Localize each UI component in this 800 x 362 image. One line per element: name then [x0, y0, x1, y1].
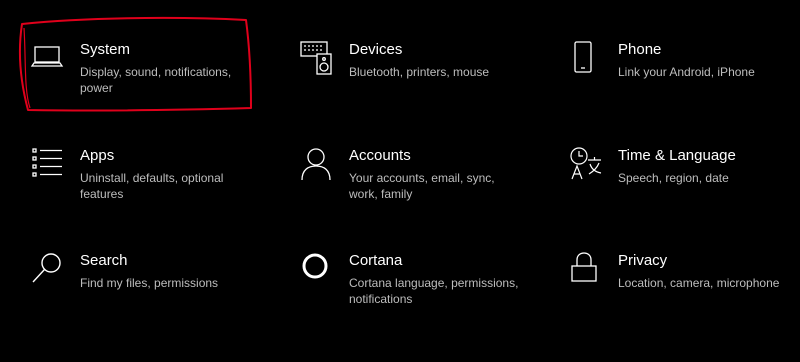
- tile-description: Link your Android, iPhone: [618, 65, 755, 79]
- settings-tile-apps[interactable]: Apps Uninstall, defaults, optional featu…: [30, 146, 270, 226]
- tile-description: Speech, region, date: [618, 171, 729, 185]
- tile-title: Devices: [349, 41, 403, 58]
- lock-icon: [568, 251, 604, 287]
- phone-icon: [568, 40, 604, 76]
- tile-title: Accounts: [349, 147, 411, 164]
- cortana-icon: [299, 251, 335, 287]
- tile-title: Cortana: [349, 252, 403, 269]
- tile-title: Time & Language: [618, 147, 736, 164]
- keyboard-speaker-icon: [299, 40, 335, 76]
- tile-description: Cortana language, permissions, notificat…: [349, 276, 519, 306]
- tile-description: Display, sound, notifications, power: [80, 65, 232, 95]
- settings-tile-devices[interactable]: Devices Bluetooth, printers, mouse: [299, 40, 539, 120]
- tile-description: Your accounts, email, sync, work, family: [349, 171, 495, 201]
- settings-grid: System Display, sound, notifications, po…: [0, 0, 800, 362]
- settings-tile-phone[interactable]: Phone Link your Android, iPhone: [568, 40, 800, 120]
- settings-tile-privacy[interactable]: Privacy Location, camera, microphone: [568, 251, 800, 331]
- time-language-icon: [568, 146, 604, 182]
- search-icon: [30, 251, 66, 287]
- tile-title: Search: [80, 252, 128, 269]
- tile-title: Apps: [80, 147, 115, 164]
- tile-description: Uninstall, defaults, optional features: [80, 171, 224, 201]
- apps-list-icon: [30, 146, 66, 182]
- tile-title: Phone: [618, 41, 662, 58]
- laptop-icon: [30, 40, 66, 76]
- settings-tile-time-language[interactable]: Time & Language Speech, region, date: [568, 146, 800, 226]
- tile-description: Find my files, permissions: [80, 276, 219, 290]
- settings-tile-search[interactable]: Search Find my files, permissions: [30, 251, 270, 331]
- settings-tile-accounts[interactable]: Accounts Your accounts, email, sync, wor…: [299, 146, 539, 226]
- tile-title: Privacy: [618, 252, 668, 269]
- settings-tile-cortana[interactable]: Cortana Cortana language, permissions, n…: [299, 251, 539, 331]
- person-icon: [299, 146, 335, 182]
- tile-title: System: [80, 41, 131, 58]
- settings-tile-system[interactable]: System Display, sound, notifications, po…: [30, 40, 270, 120]
- tile-description: Bluetooth, printers, mouse: [349, 65, 490, 79]
- tile-description: Location, camera, microphone: [618, 276, 780, 290]
